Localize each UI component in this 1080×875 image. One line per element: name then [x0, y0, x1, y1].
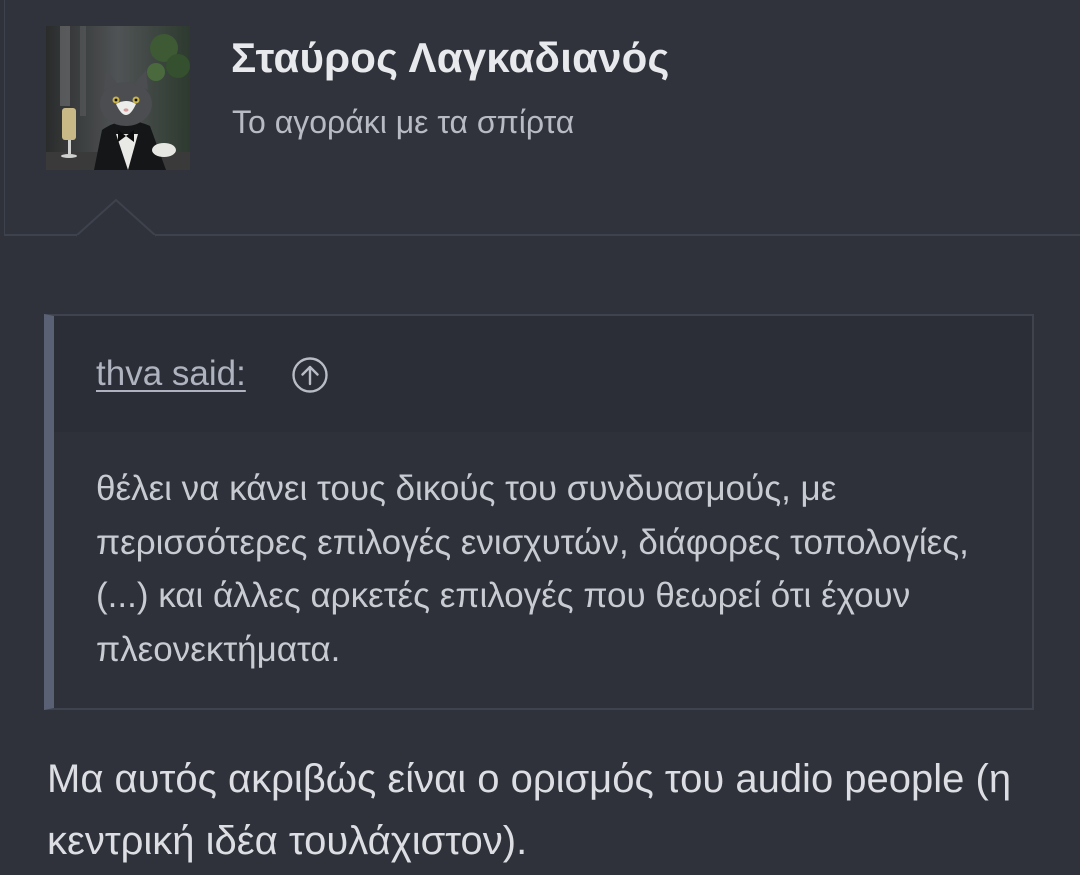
avatar[interactable] [46, 26, 190, 170]
quote-header: thva said: [54, 316, 1032, 432]
forum-post: Σταύρος Λαγκαδιανός Το αγοράκι με τα σπί… [0, 0, 1080, 875]
quote-text: θέλει να κάνει τους δικούς του συνδυασμο… [96, 469, 969, 669]
user-card: Σταύρος Λαγκαδιανός Το αγοράκι με τα σπί… [4, 0, 1080, 236]
cat-avatar-image [46, 26, 190, 170]
arrow-up-circle-icon[interactable] [291, 356, 329, 394]
quote-author-link[interactable]: thva said: [96, 354, 246, 394]
user-title: Το αγοράκι με τα σπίρτα [232, 104, 575, 140]
quote-block: thva said: θέλει να κάνει τους δικούς το… [44, 314, 1034, 710]
message-text: Μα αυτός ακριβώς είναι ο ορισμός του aud… [47, 757, 1012, 863]
username[interactable]: Σταύρος Λαγκαδιανός [231, 34, 670, 82]
message-arrow [76, 198, 156, 238]
